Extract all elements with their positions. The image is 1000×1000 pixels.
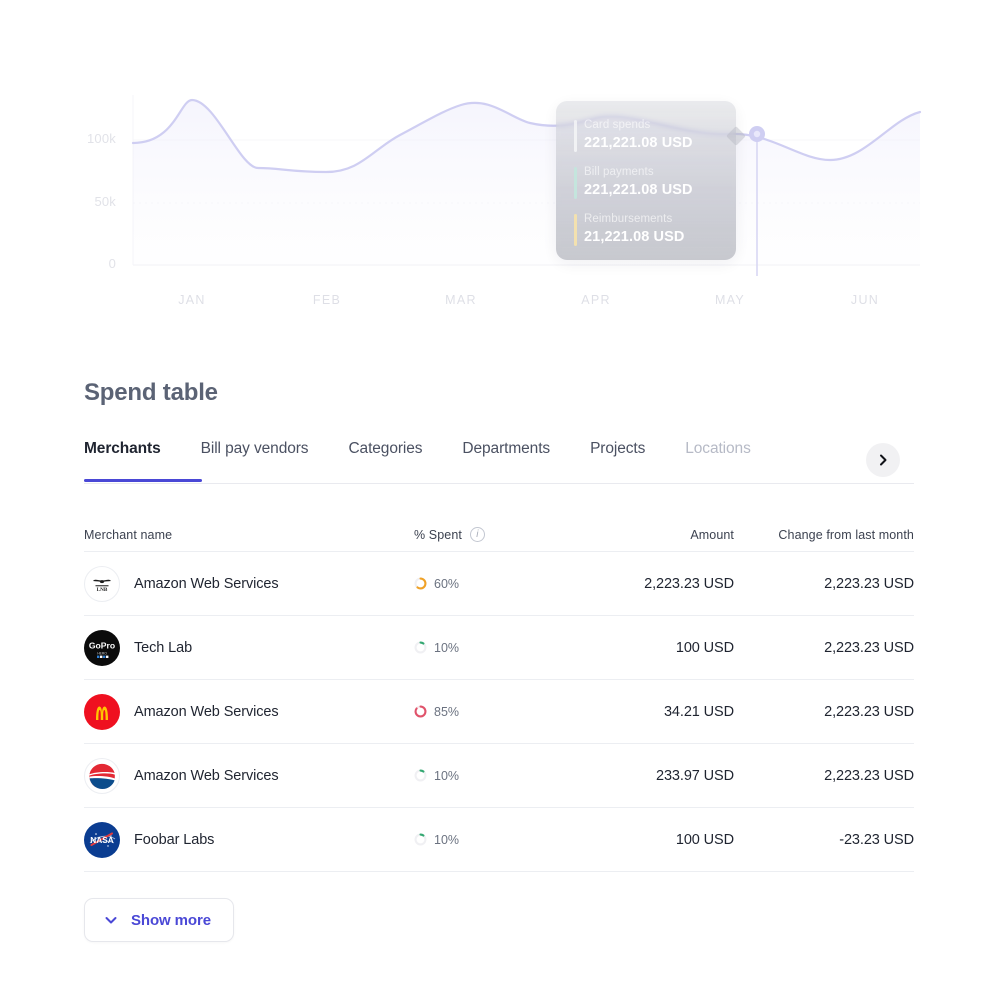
merchant-name: Amazon Web Services bbox=[134, 767, 279, 784]
tooltip-label-bill-payments: Bill payments bbox=[584, 166, 654, 178]
table-header-row: Merchant name % Spent i Amount Change fr… bbox=[84, 518, 914, 552]
spend-chart: 100k 50k 0 JAN FEB MAR APR MAY JUN Card … bbox=[0, 0, 1000, 330]
change-value: 2,223.23 USD bbox=[824, 767, 914, 784]
gopro-logo: GoPro HERO bbox=[84, 629, 120, 666]
percent-spent-value: 10% bbox=[434, 832, 460, 847]
chart-active-point-core bbox=[753, 130, 761, 138]
column-header-percent-spent-label: % Spent bbox=[414, 527, 462, 542]
x-axis-label-jan: JAN bbox=[178, 293, 206, 307]
merchant-name: Amazon Web Services bbox=[134, 703, 279, 720]
merchant-name: Tech Lab bbox=[134, 639, 193, 656]
x-axis-label-feb: FEB bbox=[312, 293, 342, 307]
tooltip-row-reimbursements: Reimbursements 21,221.08 USD bbox=[574, 212, 736, 247]
svg-text:NASA: NASA bbox=[90, 835, 114, 845]
percent-donut-icon bbox=[414, 641, 427, 654]
spend-table-tabs: Merchants Bill pay vendors Categories De… bbox=[84, 440, 914, 484]
x-axis-label-apr: APR bbox=[581, 293, 611, 307]
x-axis-label-mar: MAR bbox=[445, 293, 477, 307]
percent-donut-icon bbox=[414, 833, 427, 846]
show-more-button[interactable]: Show more bbox=[84, 898, 234, 942]
amount-value: 100 USD bbox=[675, 831, 734, 848]
chart-area-fill bbox=[133, 100, 920, 265]
chevron-down-icon bbox=[105, 917, 117, 924]
table-row[interactable]: LNB Amazon Web Services 60% 2,223.23 USD… bbox=[84, 552, 914, 616]
tab-locations[interactable]: Locations bbox=[665, 440, 770, 472]
change-value: 2,223.23 USD bbox=[824, 703, 914, 720]
table-row[interactable]: NASA Foobar Labs 10% 100 USD -23.23 USD bbox=[84, 808, 914, 872]
tooltip-bar-reimbursements bbox=[574, 214, 577, 246]
column-header-merchant-name: Merchant name bbox=[84, 527, 173, 542]
tooltip-value-reimbursements: 21,221.08 USD bbox=[584, 229, 685, 245]
chart-tooltip: Card spends 221,221.08 USD Bill payments… bbox=[556, 101, 746, 260]
tabs-divider bbox=[84, 483, 914, 484]
table-row[interactable]: Amazon Web Services 10% 233.97 USD 2,223… bbox=[84, 744, 914, 808]
percent-spent-value: 10% bbox=[434, 768, 460, 783]
percent-spent-value: 10% bbox=[434, 640, 460, 655]
svg-text:GoPro: GoPro bbox=[89, 640, 115, 650]
y-axis-label-100k: 100k bbox=[87, 131, 116, 146]
tab-projects[interactable]: Projects bbox=[570, 440, 665, 472]
column-header-amount: Amount bbox=[690, 527, 734, 542]
percent-donut-icon bbox=[414, 769, 427, 782]
tab-categories[interactable]: Categories bbox=[328, 440, 442, 472]
amount-value: 233.97 USD bbox=[656, 767, 734, 784]
tooltip-value-card-spends: 221,221.08 USD bbox=[584, 135, 693, 151]
x-axis-label-may: MAY bbox=[714, 293, 746, 307]
tabs-scroll-next-button[interactable] bbox=[866, 443, 900, 477]
change-value: 2,223.23 USD bbox=[824, 575, 914, 592]
merchant-name: Foobar Labs bbox=[134, 831, 215, 848]
tooltip-label-card-spends: Card spends bbox=[584, 119, 651, 131]
tooltip-row-bill-payments: Bill payments 221,221.08 USD bbox=[574, 165, 736, 200]
active-tab-indicator bbox=[84, 479, 202, 482]
tab-bill-pay-vendors[interactable]: Bill pay vendors bbox=[181, 440, 329, 472]
nasa-logo: NASA bbox=[84, 821, 120, 858]
tooltip-bar-card-spends bbox=[574, 120, 577, 152]
svg-text:LNB: LNB bbox=[97, 586, 108, 592]
percent-spent-value: 60% bbox=[434, 576, 460, 591]
longhorn-steakhouse-logo: LNB bbox=[84, 565, 120, 602]
amount-value: 100 USD bbox=[675, 639, 734, 656]
tooltip-row-card-spends: Card spends 221,221.08 USD bbox=[574, 118, 736, 153]
page-title: Spend table bbox=[84, 379, 218, 406]
tooltip-label-reimbursements: Reimbursements bbox=[584, 213, 673, 225]
tooltip-value-bill-payments: 221,221.08 USD bbox=[584, 182, 693, 198]
y-axis-label-0: 0 bbox=[108, 256, 116, 271]
spend-table: Merchant name % Spent i Amount Change fr… bbox=[84, 518, 914, 872]
chart-canvas bbox=[131, 95, 922, 276]
chevron-right-icon bbox=[880, 454, 887, 466]
show-more-label: Show more bbox=[131, 911, 211, 929]
percent-donut-icon bbox=[414, 577, 427, 590]
tab-departments[interactable]: Departments bbox=[442, 440, 570, 472]
amount-value: 2,223.23 USD bbox=[644, 575, 734, 592]
change-value: 2,223.23 USD bbox=[824, 639, 914, 656]
y-axis-label-50k: 50k bbox=[94, 194, 116, 209]
percent-spent-value: 85% bbox=[434, 704, 460, 719]
pepsi-logo bbox=[84, 757, 120, 794]
column-header-percent-spent: % Spent i bbox=[414, 527, 574, 542]
table-row[interactable]: Amazon Web Services 85% 34.21 USD 2,223.… bbox=[84, 680, 914, 744]
tooltip-bar-bill-payments bbox=[574, 167, 577, 199]
svg-text:HERO: HERO bbox=[97, 651, 107, 655]
spend-dashboard-page: 100k 50k 0 JAN FEB MAR APR MAY JUN Card … bbox=[0, 0, 1000, 1000]
tab-merchants[interactable]: Merchants bbox=[84, 440, 181, 472]
mcdonalds-logo bbox=[84, 693, 120, 730]
info-icon[interactable]: i bbox=[469, 527, 485, 542]
amount-value: 34.21 USD bbox=[663, 703, 734, 720]
merchant-name: Amazon Web Services bbox=[134, 575, 279, 592]
column-header-change: Change from last month bbox=[778, 527, 914, 542]
x-axis-label-jun: JUN bbox=[850, 293, 880, 307]
percent-donut-icon bbox=[414, 705, 427, 718]
table-row[interactable]: GoPro HERO Tech Lab 10% 100 USD 2,223.23… bbox=[84, 616, 914, 680]
change-value: -23.23 USD bbox=[839, 831, 914, 848]
